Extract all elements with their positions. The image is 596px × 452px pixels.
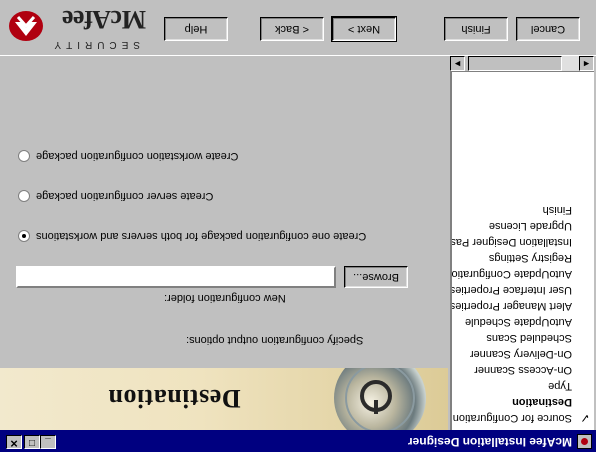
step-label: Alert Manager Properties (450, 300, 572, 312)
scrollbar-thumb[interactable] (468, 56, 562, 71)
radio-both[interactable] (18, 229, 30, 242)
step-banner: Destination (0, 368, 448, 430)
steps-horizontal-scrollbar[interactable]: ◄ ► (450, 56, 594, 72)
step-item[interactable]: AutoUpdate Configuration (450, 266, 594, 282)
step-item[interactable]: Upgrade License (452, 218, 594, 234)
step-item[interactable]: AutoUpdate Schedule (452, 314, 594, 330)
radio-workstation[interactable] (18, 149, 30, 162)
step-item[interactable]: Destination (452, 394, 594, 410)
cancel-button[interactable]: Cancel (516, 17, 580, 41)
window-title: McAfee Installation Designer (407, 435, 572, 449)
options-panel: Specify configuration output options: Ne… (0, 56, 448, 368)
banner-title: Destination (108, 384, 241, 413)
step-item[interactable]: Alert Manager Properties (450, 298, 594, 314)
option-server-label: Create server configuration package (36, 189, 214, 202)
step-label: Destination (512, 396, 572, 408)
radio-server[interactable] (18, 189, 30, 202)
scrollbar-track[interactable] (562, 56, 579, 71)
wizard-steps-list: ✓ Source for Configuration Destination Type… (450, 56, 594, 430)
step-label: Finish (542, 204, 572, 216)
close-button[interactable]: ✕ (6, 435, 22, 449)
option-both-packages[interactable]: Create one configuration package for bot… (18, 226, 366, 242)
step-item[interactable]: ✓ Source for Configuration (452, 410, 594, 426)
step-label: On-Delivery Scanner (469, 348, 572, 360)
new-folder-label: New configuration folder: (164, 292, 286, 304)
option-workstation-label: Create workstation configuration package (36, 149, 239, 162)
option-server-package[interactable]: Create server configuration package (18, 186, 213, 202)
maximize-button[interactable]: □ (24, 435, 40, 449)
installer-window: McAfee Installation Designer _ □ ✕ ✓ Sour… (0, 0, 596, 452)
app-icon (577, 434, 592, 449)
step-item[interactable]: On-Delivery Scanner (452, 346, 594, 362)
globe-graphic (334, 368, 426, 430)
mcafee-shield-icon (9, 11, 43, 41)
specify-output-label: Specify configuration output options: (186, 334, 364, 346)
title-bar[interactable]: McAfee Installation Designer _ □ ✕ (0, 430, 596, 452)
finish-button[interactable]: Finish (444, 17, 508, 41)
step-item[interactable]: Installation Designer Password (450, 234, 594, 250)
logo-wordmark: McAfee (62, 5, 146, 34)
scroll-left-arrow[interactable]: ◄ (579, 56, 594, 71)
step-item[interactable]: On-Access Scanner (452, 362, 594, 378)
new-folder-input[interactable] (16, 266, 336, 288)
step-item[interactable]: Type (452, 378, 594, 394)
step-label: Upgrade License (488, 220, 572, 232)
step-label: User Interface Properties (450, 284, 572, 296)
mcafee-logo: SECURITY McAfee (2, 2, 150, 52)
minimize-button[interactable]: _ (40, 435, 56, 449)
browse-button[interactable]: Browse... (344, 266, 408, 288)
step-label: Registry Settings (488, 252, 572, 264)
step-item[interactable]: Scheduled Scans (452, 330, 594, 346)
step-item[interactable]: Finish (452, 202, 594, 218)
step-item[interactable]: User Interface Properties (450, 282, 594, 298)
steps-list: ✓ Source for Configuration Destination Type… (450, 202, 594, 426)
step-label: Source for Configuration (452, 412, 572, 424)
scroll-right-arrow[interactable]: ► (450, 56, 465, 71)
step-label: Scheduled Scans (486, 332, 572, 344)
step-label: Type (548, 380, 572, 392)
step-label: AutoUpdate Configuration (450, 268, 572, 280)
help-button[interactable]: Help (164, 17, 228, 41)
logo-security-text: SECURITY (49, 39, 140, 50)
step-label: Installation Designer Password (450, 236, 572, 248)
next-button[interactable]: Next > (331, 16, 397, 42)
step-label: AutoUpdate Schedule (464, 316, 572, 328)
checkmark-icon: ✓ (579, 411, 590, 425)
option-both-label: Create one configuration package for bot… (36, 229, 367, 242)
option-workstation-package[interactable]: Create workstation configuration package (18, 146, 238, 162)
back-button[interactable]: < Back (260, 17, 324, 41)
step-item[interactable]: Registry Settings (452, 250, 594, 266)
step-label: On-Access Scanner (474, 364, 572, 376)
